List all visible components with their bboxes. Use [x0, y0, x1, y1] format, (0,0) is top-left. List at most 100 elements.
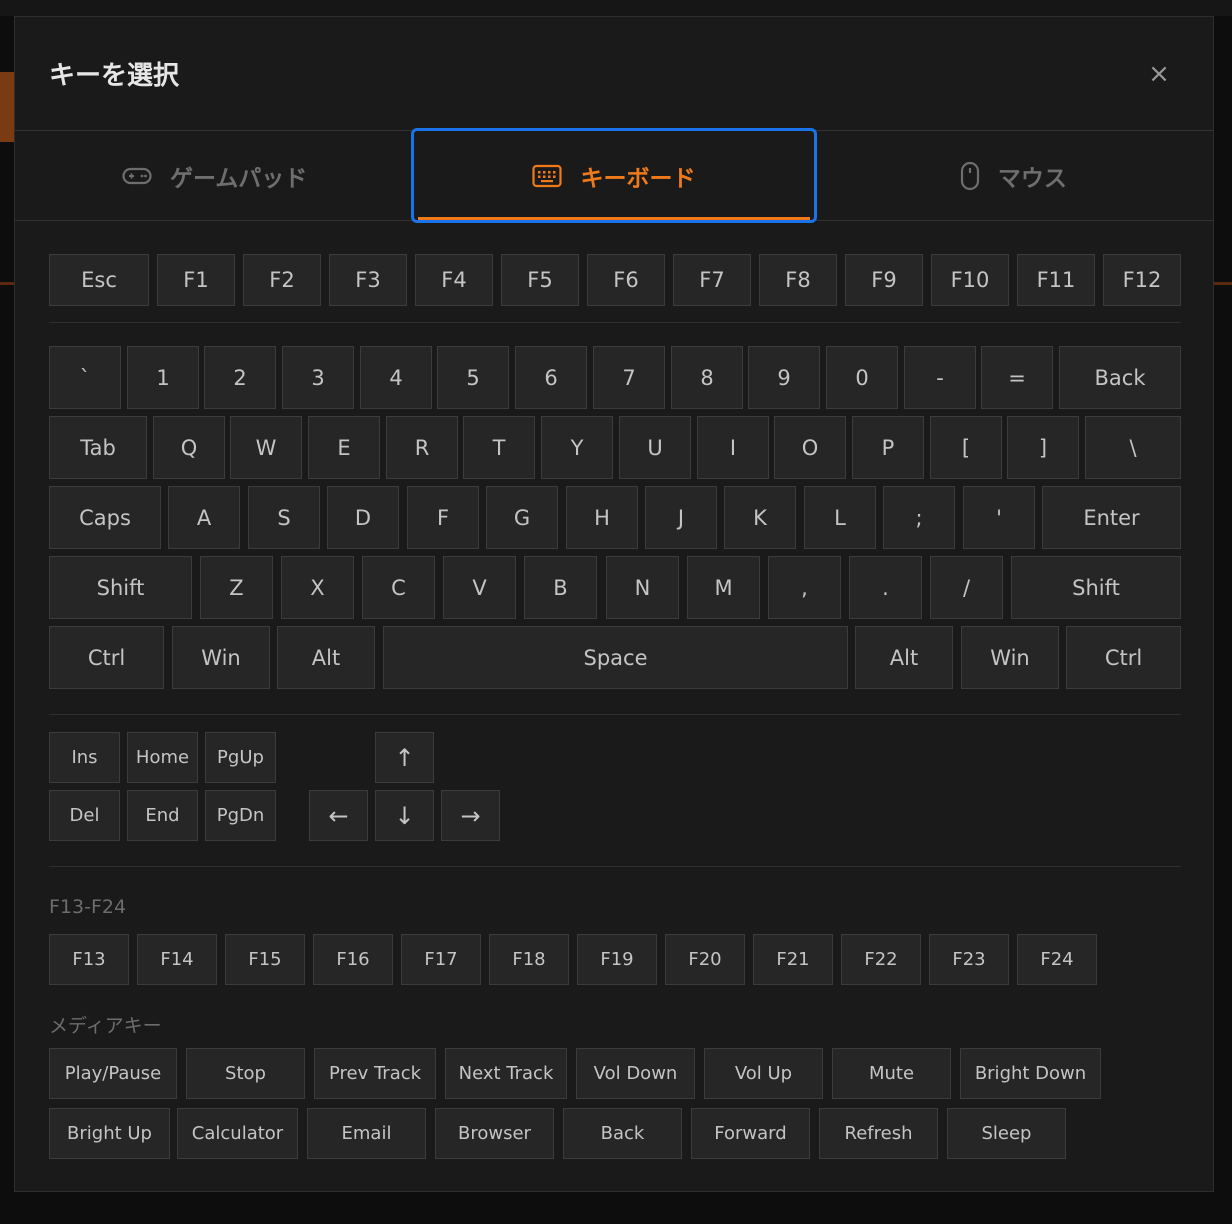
key-j[interactable]: J: [645, 486, 717, 549]
key-k[interactable]: K: [724, 486, 796, 549]
key-p[interactable]: P: [852, 416, 924, 479]
key-backtick[interactable]: `: [49, 346, 121, 409]
key-slash[interactable]: /: [930, 556, 1003, 619]
key-f7[interactable]: F7: [673, 254, 751, 306]
key-backslash[interactable]: \: [1085, 416, 1181, 479]
key-back[interactable]: Back: [563, 1108, 682, 1159]
key-6[interactable]: 6: [515, 346, 587, 409]
key-n[interactable]: N: [606, 556, 679, 619]
key-ctrl[interactable]: Ctrl: [49, 626, 164, 689]
key-f23[interactable]: F23: [929, 934, 1009, 985]
key-f9[interactable]: F9: [845, 254, 923, 306]
key-f3[interactable]: F3: [329, 254, 407, 306]
key-d[interactable]: D: [327, 486, 399, 549]
key-stop[interactable]: Stop: [186, 1048, 305, 1099]
key-q[interactable]: Q: [153, 416, 225, 479]
key-f16[interactable]: F16: [313, 934, 393, 985]
key-2[interactable]: 2: [204, 346, 276, 409]
key-ins[interactable]: Ins: [49, 732, 120, 783]
key-period[interactable]: .: [849, 556, 922, 619]
key-bright-down[interactable]: Bright Down: [960, 1048, 1101, 1099]
key-4[interactable]: 4: [360, 346, 432, 409]
key-g[interactable]: G: [486, 486, 558, 549]
key-5[interactable]: 5: [437, 346, 509, 409]
key-win[interactable]: Win: [172, 626, 270, 689]
key-x[interactable]: X: [281, 556, 354, 619]
key-pgdn[interactable]: PgDn: [205, 790, 276, 841]
key-next-track[interactable]: Next Track: [445, 1048, 567, 1099]
tab-keyboard[interactable]: キーボード: [411, 128, 817, 223]
key-equals[interactable]: =: [981, 346, 1053, 409]
key-u[interactable]: U: [619, 416, 691, 479]
key-rbracket[interactable]: ]: [1007, 416, 1079, 479]
key-alt[interactable]: Alt: [277, 626, 375, 689]
key-r[interactable]: R: [386, 416, 458, 479]
key-f12[interactable]: F12: [1103, 254, 1181, 306]
key-tab[interactable]: Tab: [49, 416, 147, 479]
key-f21[interactable]: F21: [753, 934, 833, 985]
key-ctrl[interactable]: Ctrl: [1066, 626, 1181, 689]
key-bright-up[interactable]: Bright Up: [49, 1108, 170, 1159]
tab-gamepad[interactable]: ゲームパッド: [15, 131, 414, 220]
key-vol-down[interactable]: Vol Down: [576, 1048, 695, 1099]
key-o[interactable]: O: [774, 416, 846, 479]
key-calculator[interactable]: Calculator: [177, 1108, 298, 1159]
key-f[interactable]: F: [407, 486, 479, 549]
close-button[interactable]: ×: [1139, 54, 1179, 94]
key-f15[interactable]: F15: [225, 934, 305, 985]
key-w[interactable]: W: [230, 416, 302, 479]
key-f20[interactable]: F20: [665, 934, 745, 985]
key-comma[interactable]: ,: [768, 556, 841, 619]
key-f19[interactable]: F19: [577, 934, 657, 985]
key-refresh[interactable]: Refresh: [819, 1108, 938, 1159]
key-i[interactable]: I: [697, 416, 769, 479]
key-alt[interactable]: Alt: [855, 626, 953, 689]
key-f11[interactable]: F11: [1017, 254, 1095, 306]
key-f6[interactable]: F6: [587, 254, 665, 306]
key-prev-track[interactable]: Prev Track: [314, 1048, 436, 1099]
key-e[interactable]: E: [308, 416, 380, 479]
key-f24[interactable]: F24: [1017, 934, 1097, 985]
key-email[interactable]: Email: [307, 1108, 426, 1159]
key-3[interactable]: 3: [282, 346, 354, 409]
key-[interactable]: →: [441, 790, 500, 841]
key-v[interactable]: V: [443, 556, 516, 619]
key-f17[interactable]: F17: [401, 934, 481, 985]
key-s[interactable]: S: [248, 486, 320, 549]
key-f2[interactable]: F2: [243, 254, 321, 306]
key-7[interactable]: 7: [593, 346, 665, 409]
key-mute[interactable]: Mute: [832, 1048, 951, 1099]
key-f18[interactable]: F18: [489, 934, 569, 985]
key-sleep[interactable]: Sleep: [947, 1108, 1066, 1159]
key-h[interactable]: H: [566, 486, 638, 549]
key-back[interactable]: Back: [1059, 346, 1181, 409]
key-9[interactable]: 9: [748, 346, 820, 409]
key-semicolon[interactable]: ;: [883, 486, 955, 549]
key-caps[interactable]: Caps: [49, 486, 161, 549]
key-f13[interactable]: F13: [49, 934, 129, 985]
key-m[interactable]: M: [687, 556, 760, 619]
key-a[interactable]: A: [168, 486, 240, 549]
key-[interactable]: ↑: [375, 732, 434, 783]
key-8[interactable]: 8: [671, 346, 743, 409]
key-del[interactable]: Del: [49, 790, 120, 841]
key-z[interactable]: Z: [200, 556, 273, 619]
key-y[interactable]: Y: [541, 416, 613, 479]
key-minus[interactable]: -: [904, 346, 976, 409]
key-forward[interactable]: Forward: [691, 1108, 810, 1159]
key-f14[interactable]: F14: [137, 934, 217, 985]
key-home[interactable]: Home: [127, 732, 198, 783]
key-shift[interactable]: Shift: [1011, 556, 1181, 619]
key-quote[interactable]: ': [963, 486, 1035, 549]
key-browser[interactable]: Browser: [435, 1108, 554, 1159]
key-1[interactable]: 1: [127, 346, 199, 409]
tab-mouse[interactable]: マウス: [814, 131, 1213, 220]
key-pgup[interactable]: PgUp: [205, 732, 276, 783]
key-b[interactable]: B: [524, 556, 597, 619]
key-l[interactable]: L: [804, 486, 876, 549]
key-vol-up[interactable]: Vol Up: [704, 1048, 823, 1099]
key-c[interactable]: C: [362, 556, 435, 619]
key-[interactable]: ←: [309, 790, 368, 841]
key-f10[interactable]: F10: [931, 254, 1009, 306]
key-win[interactable]: Win: [961, 626, 1059, 689]
